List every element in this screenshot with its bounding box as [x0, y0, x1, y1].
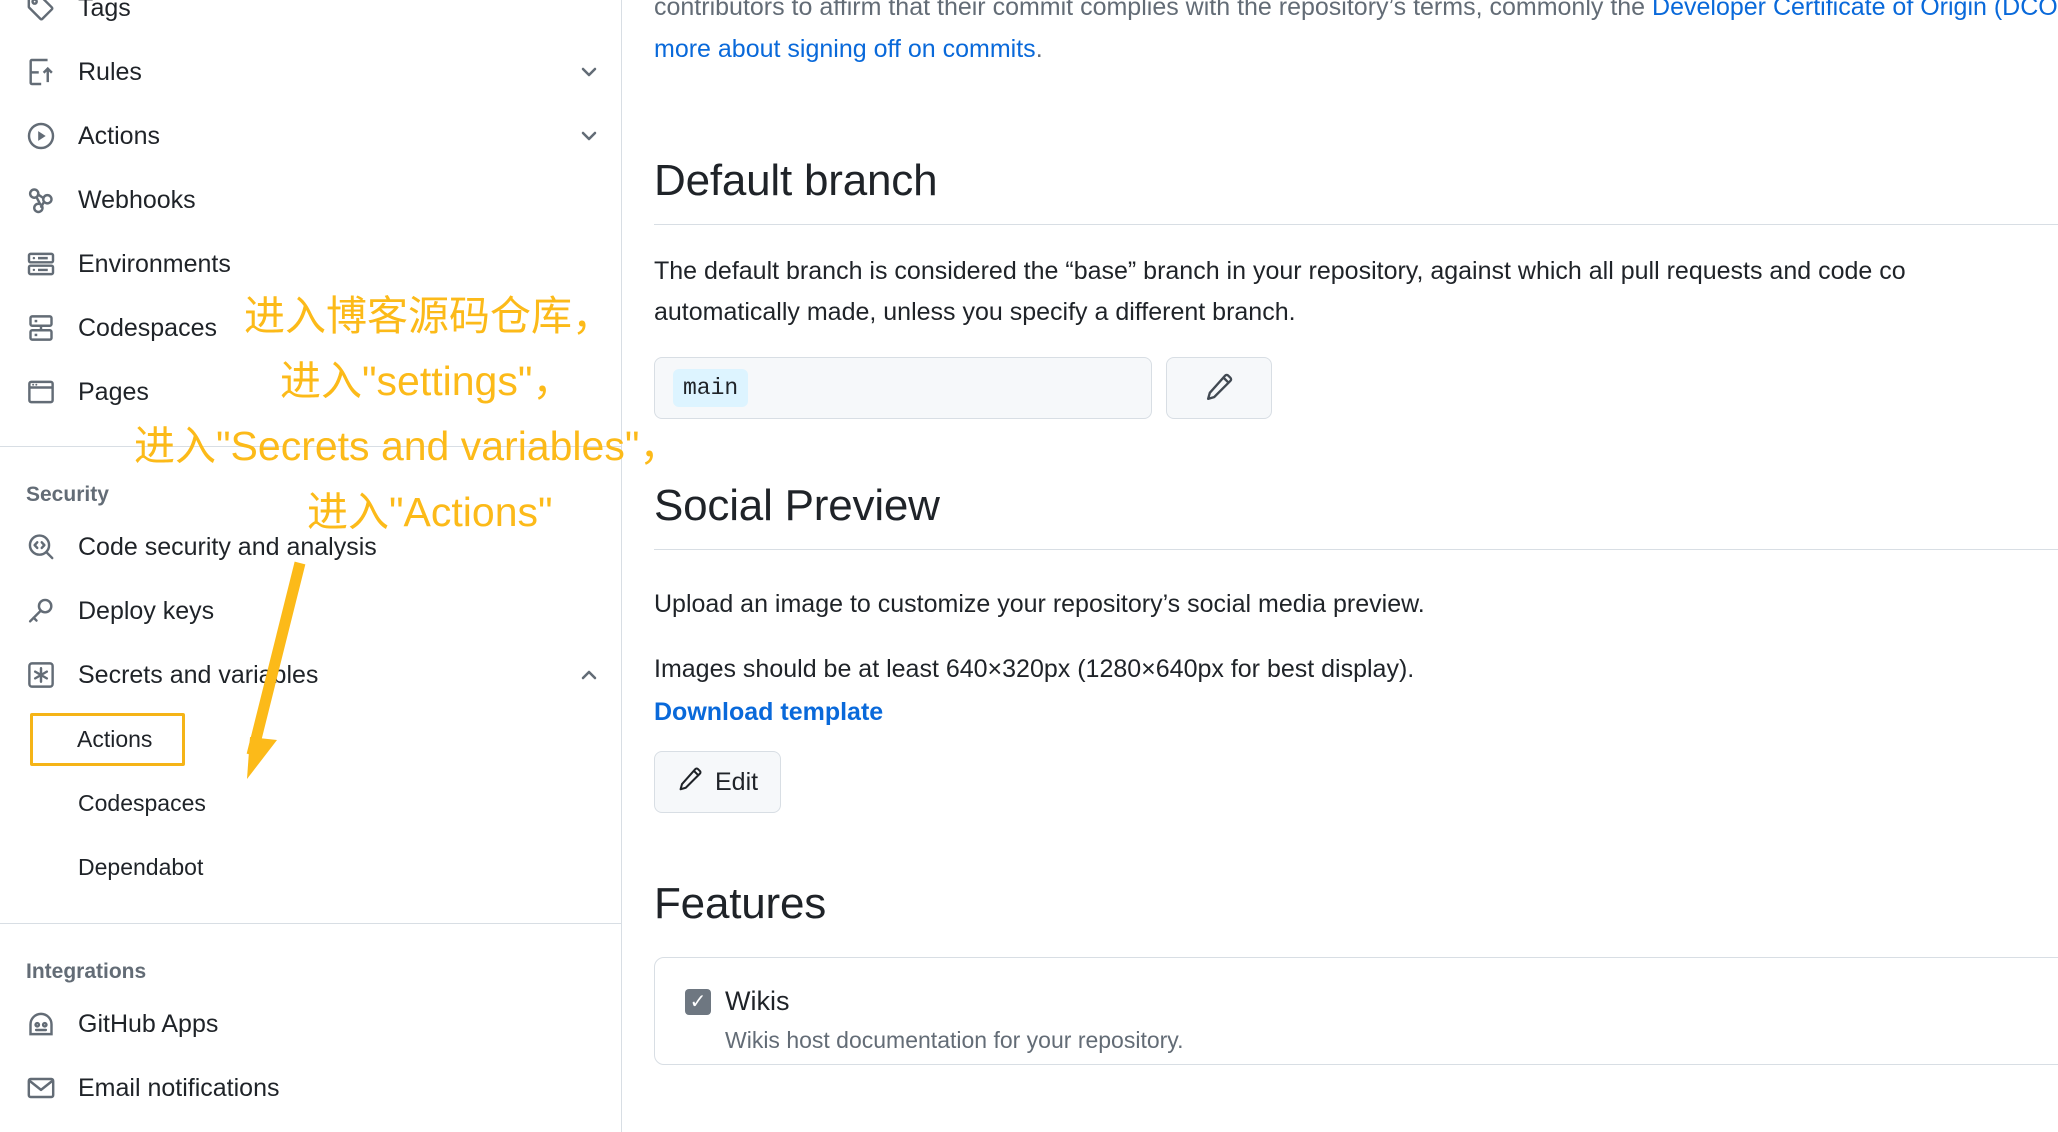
sidebar-item-label: Tags: [78, 0, 131, 22]
default-branch-heading: Default branch: [654, 156, 938, 205]
sidebar-subitem-codespaces[interactable]: Codespaces: [0, 771, 621, 835]
pencil-icon: [1204, 372, 1234, 405]
sidebar-subitem-label: Codespaces: [78, 789, 206, 816]
browser-icon: [24, 375, 58, 409]
sidebar-item-label: Deploy keys: [78, 596, 215, 625]
sidebar-item-code-security[interactable]: Code security and analysis: [0, 515, 621, 579]
github-apps-icon: [24, 1007, 58, 1041]
pencil-icon: [677, 766, 703, 799]
sidebar-item-label: Actions: [78, 121, 160, 150]
sidebar-subitem-label: Dependabot: [78, 853, 204, 880]
sidebar-subitem-actions[interactable]: Actions: [0, 707, 621, 771]
features-heading: Features: [654, 879, 827, 928]
sidebar-item-codespaces[interactable]: Codespaces: [0, 296, 621, 360]
sidebar-item-rules[interactable]: Rules: [0, 40, 621, 104]
chevron-down-icon[interactable]: [575, 58, 603, 86]
sidebar-item-webhooks[interactable]: Webhooks: [0, 168, 621, 232]
screen: Tags Rules Actions Webhooks Environments…: [0, 0, 2058, 1132]
sidebar-item-tags[interactable]: Tags: [0, 0, 621, 40]
sidebar-item-label: Environments: [78, 249, 231, 278]
social-preview-heading: Social Preview: [654, 481, 940, 530]
sidebar-item-pages[interactable]: Pages: [0, 360, 621, 424]
signoff-text-suffix: .: [1035, 35, 1043, 63]
feature-row-wikis[interactable]: ✓ Wikis: [685, 986, 2043, 1017]
sidebar-item-label: Codespaces: [78, 313, 217, 342]
sidebar-item-label: GitHub Apps: [78, 1009, 219, 1038]
download-template-link[interactable]: Download template: [654, 698, 883, 727]
social-preview-actions: Edit: [654, 751, 2058, 813]
social-preview-description-line2: Images should be at least 640×320px (128…: [654, 655, 1415, 683]
signoff-text-prefix: contributors to affirm that their commit…: [654, 0, 1653, 21]
default-branch-description-line1: The default branch is considered the “ba…: [654, 257, 1906, 285]
code-scan-icon: [24, 530, 58, 564]
sidebar-item-email-notifications[interactable]: Email notifications: [0, 1056, 621, 1120]
sidebar-item-label: Email notifications: [78, 1073, 280, 1102]
features-box: ✓ Wikis Wikis host documentation for you…: [654, 957, 2058, 1065]
sidebar-item-github-apps[interactable]: GitHub Apps: [0, 992, 621, 1056]
sidebar-subitem-label: Actions: [30, 712, 186, 766]
key-icon: [24, 594, 58, 628]
sidebar-item-label: Code security and analysis: [78, 532, 377, 561]
sidebar-item-label: Pages: [78, 377, 149, 406]
sidebar-item-label: Webhooks: [78, 185, 196, 214]
sidebar-item-label: Secrets and variables: [78, 660, 319, 689]
mail-icon: [24, 1071, 58, 1105]
sidebar-item-label: Rules: [78, 57, 142, 86]
codespaces-icon: [24, 311, 58, 345]
signoff-intro-paragraph: contributors to affirm that their commit…: [654, 0, 2058, 28]
default-branch-rule: [654, 224, 2058, 225]
webhook-icon: [24, 183, 58, 217]
server-icon: [24, 247, 58, 281]
social-preview-rule: [654, 549, 2058, 550]
default-branch-row: main: [654, 357, 2058, 419]
sidebar-section-security: Security: [26, 483, 109, 506]
sidebar-item-secrets-and-variables[interactable]: Secrets and variables: [0, 643, 621, 707]
sidebar-divider-2: [0, 923, 621, 924]
social-preview-description-line1: Upload an image to customize your reposi…: [654, 590, 1425, 618]
feature-description: Wikis host documentation for your reposi…: [725, 1027, 1184, 1053]
default-branch-field: main: [654, 357, 1152, 419]
default-branch-name: main: [673, 369, 749, 407]
feature-label: Wikis: [725, 986, 790, 1016]
chevron-down-icon[interactable]: [575, 122, 603, 150]
sidebar-section-integrations: Integrations: [26, 960, 147, 983]
social-preview-edit-button[interactable]: Edit: [654, 751, 782, 813]
wikis-checkbox[interactable]: ✓: [685, 988, 711, 1015]
sidebar-item-environments[interactable]: Environments: [0, 232, 621, 296]
rules-icon: [24, 55, 58, 89]
social-preview-edit-label: Edit: [715, 767, 759, 796]
asterisk-icon: [24, 658, 58, 692]
settings-sidebar: Tags Rules Actions Webhooks Environments…: [0, 0, 622, 1132]
sidebar-item-deploy-keys[interactable]: Deploy keys: [0, 579, 621, 643]
signoff-intro-paragraph-2: more about signing off on commits.: [654, 28, 2058, 70]
edit-default-branch-button[interactable]: [1166, 357, 1272, 419]
signing-off-link[interactable]: more about signing off on commits: [654, 35, 1036, 63]
sidebar-subitem-dependabot[interactable]: Dependabot: [0, 835, 621, 899]
default-branch-description-line2: automatically made, unless you specify a…: [654, 298, 1296, 326]
settings-main-content: contributors to affirm that their commit…: [622, 0, 2058, 1132]
sidebar-item-actions[interactable]: Actions: [0, 104, 621, 168]
dco-link[interactable]: Developer Certificate of Origin (DCO): [1652, 0, 2058, 21]
tag-icon: [24, 0, 58, 25]
chevron-up-icon[interactable]: [575, 661, 603, 689]
sidebar-divider-1: [0, 446, 621, 447]
play-circle-icon: [24, 119, 58, 153]
